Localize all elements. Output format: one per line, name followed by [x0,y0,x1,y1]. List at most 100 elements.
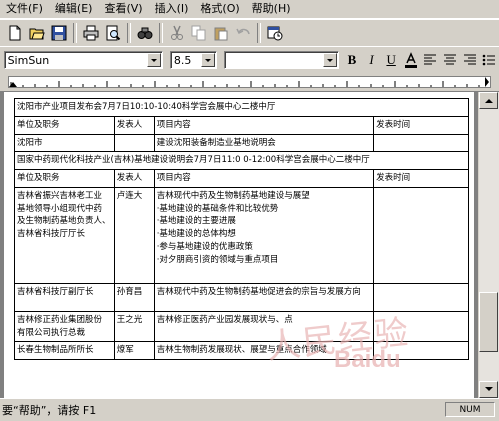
toolbar-separator [257,23,261,43]
table-cell[interactable]: 吉林修正药业集团股份 有限公司执行总裁 [14,310,115,343]
watermark-baidu: Baidu [334,346,401,373]
table-cell[interactable]: 单位及职务 [14,169,115,188]
table-row: 国家中药现代化科技产业(吉林)基地建设说明会7月7日11:0 0-12:00科学… [14,151,469,170]
table-cell[interactable]: 项目内容 [153,169,375,188]
cut-button[interactable] [166,22,188,44]
cell-line: 吉林现代中药及生物制药基地建设与展望 [156,190,310,201]
save-icon [51,25,67,41]
bold-button[interactable]: B [342,49,362,71]
menu-file[interactable]: 文件(F) [0,0,49,18]
italic-button[interactable]: I [362,49,382,71]
copy-icon [191,25,206,41]
format-toolbar: SimSun 8.5 B I U [0,46,499,74]
new-icon [9,25,21,41]
table-cell[interactable]: 吉林现代中药及生物制药基地建设与展望 ·基地建设的基础条件和比较优势 ·基地建设… [153,186,375,284]
table-cell[interactable]: 卢连大 [113,186,155,284]
open-button[interactable] [26,22,48,44]
table-row: 吉林省振兴吉林老工业 基地领导小组现代中药 及生物制药基地负责人、吉林省科技厅厅… [14,186,469,284]
toolbar-separator [159,23,163,43]
align-center-button[interactable] [440,49,460,71]
ruler [0,73,499,92]
copy-button[interactable] [188,22,210,44]
print-button[interactable] [80,22,102,44]
table-cell[interactable]: 发表时间 [373,115,469,135]
ruler-strip[interactable] [8,76,491,88]
table-cell[interactable]: 吉林省科技厅副厅长 [14,282,115,312]
menu-help[interactable]: 帮助(H) [246,0,297,18]
table-cell[interactable]: 发表时间 [373,169,469,188]
undo-button[interactable] [232,22,254,44]
table-cell[interactable]: 发表人 [113,169,155,188]
toolbar-separator [73,23,77,43]
font-size-select[interactable]: 8.5 [169,51,217,69]
save-button[interactable] [48,22,70,44]
print-preview-button[interactable] [102,22,124,44]
menu-bar: 文件(F) 编辑(E) 查看(V) 插入(I) 格式(O) 帮助(H) [0,0,499,19]
document-area[interactable]: 沈阳市产业项目发布会7月7日10:10-10:40科学宫会展中心二楼中厅 单位及… [0,92,478,398]
chevron-down-icon[interactable] [200,53,215,67]
vertical-scrollbar[interactable] [478,92,499,398]
cell-line: ·参与基地建设的优惠政策 [156,241,253,252]
paste-button[interactable] [210,22,232,44]
align-right-button[interactable] [460,49,480,71]
charset-select[interactable] [223,51,339,69]
font-select[interactable]: SimSun [3,51,163,69]
table-cell[interactable]: 吉林省振兴吉林老工业 基地领导小组现代中药 及生物制药基地负责人、吉林省科技厅厅… [14,186,115,284]
table-cell[interactable]: 长春生物制品所所长 [14,341,115,360]
status-bar: 要“帮助”，请按 F1 NUM [0,398,499,421]
table-cell[interactable] [373,133,469,153]
insert-date-button[interactable] [264,22,286,44]
table-cell[interactable]: 王之光 [113,310,155,343]
table-cell[interactable]: 沈阳市 [14,133,115,153]
num-lock-indicator: NUM [445,402,495,417]
table-row: 单位及职务 发表人 项目内容 发表时间 [14,115,469,135]
cut-icon [171,25,183,40]
table-cell[interactable]: 单位及职务 [14,115,115,135]
table-cell[interactable]: 建设沈阳装备制造业基地说明会 [153,133,375,153]
table-cell[interactable]: 吉林现代中药及生物制药基地促进会的宗旨与发展方向 [153,282,375,312]
chevron-down-icon[interactable] [146,53,161,67]
underline-button[interactable]: U [381,49,401,71]
scroll-up-button[interactable] [479,92,498,109]
table-cell[interactable]: 孙育昌 [113,282,155,312]
table-cell[interactable] [113,133,155,153]
table-cell[interactable] [373,186,469,284]
chevron-down-icon[interactable] [322,53,337,67]
cell-line: 吉林省振兴吉林老工业 [17,190,103,201]
cell-line: ·基地建设的总体构想 [156,229,236,239]
menu-view[interactable]: 查看(V) [98,0,148,18]
cell-line: 及生物制药基地负责人、吉林省科技厅厅长 [17,216,111,239]
scroll-thumb[interactable] [479,292,498,352]
font-color-button[interactable] [401,49,421,71]
toolbar-separator [127,23,131,43]
table-cell[interactable]: 燎军 [113,341,155,360]
menu-format[interactable]: 格式(O) [194,0,245,18]
cell-line: ·基地建设的主要进展 [156,216,236,227]
table-cell[interactable]: 国家中药现代化科技产业(吉林)基地建设说明会7月7日11:0 0-12:00科学… [14,151,469,170]
table-cell[interactable]: 发表人 [113,115,155,135]
paste-icon [214,27,228,41]
cell-line: 基地领导小组现代中药 [17,203,103,214]
print-icon [83,25,99,41]
table-cell[interactable]: 沈阳市产业项目发布会7月7日10:10-10:40科学宫会展中心二楼中厅 [14,98,469,117]
table-row: 沈阳市 建设沈阳装备制造业基地说明会 [14,133,469,153]
insert-date-icon [267,26,283,41]
arrow-up-icon [484,99,493,103]
bullets-icon [482,54,496,66]
cell-line: 有限公司执行总裁 [17,327,86,338]
standard-toolbar [0,19,499,47]
scroll-down-button[interactable] [479,381,498,398]
menu-insert[interactable]: 插入(I) [149,0,195,18]
table-cell[interactable]: 项目内容 [153,115,375,135]
table-row: 单位及职务 发表人 项目内容 发表时间 [14,169,469,188]
document-page[interactable]: 沈阳市产业项目发布会7月7日10:10-10:40科学宫会展中心二楼中厅 单位及… [4,92,474,398]
find-icon [137,27,153,39]
find-button[interactable] [134,22,156,44]
print-preview-icon [106,25,121,41]
menu-edit[interactable]: 编辑(E) [49,0,99,18]
ruler-ticks [9,77,489,87]
new-button[interactable] [4,22,26,44]
bullets-button[interactable] [479,49,499,71]
align-left-button[interactable] [421,49,441,71]
undo-icon [236,28,250,35]
